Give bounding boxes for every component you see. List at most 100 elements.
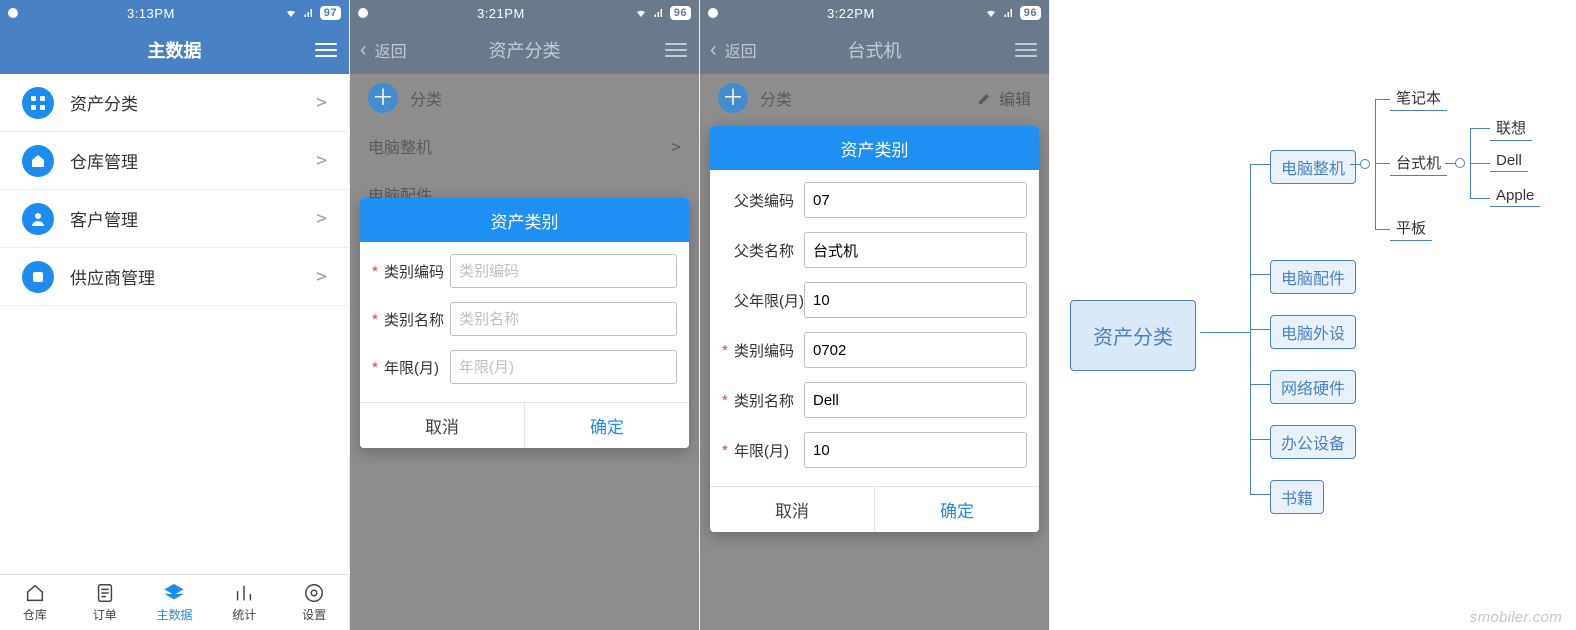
tab-label: 设置 (302, 606, 326, 623)
field-label: 父类名称 (734, 240, 804, 261)
content-area-3: ＋ 分类 编辑 资产类别 父类编码 父类名称 (700, 74, 1049, 630)
parent-code-input[interactable] (804, 182, 1027, 218)
confirm-button[interactable]: 确定 (875, 487, 1039, 532)
wifi-icon (284, 7, 298, 19)
hamburger-menu-button[interactable] (1015, 26, 1037, 74)
phone-screen-2: 3:21PM 96 ‹ 返回 资产分类 ＋ 分类 电脑整机 > 电脑配件 资产类… (350, 0, 700, 630)
parent-name-input[interactable] (804, 232, 1027, 268)
menu-row-customer[interactable]: 客户管理 > (0, 190, 349, 248)
category-code-input[interactable] (450, 254, 677, 288)
grid-icon (22, 87, 54, 119)
wifi-icon (984, 7, 998, 19)
lifespan-input[interactable] (804, 432, 1027, 468)
tab-label: 订单 (93, 606, 117, 623)
tab-stats[interactable]: 统计 (209, 582, 279, 623)
navbar-2: ‹ 返回 资产分类 (350, 26, 699, 74)
field-lifespan: * 年限(月) (372, 350, 677, 384)
chevron-right-icon: > (316, 92, 327, 113)
cancel-button[interactable]: 取消 (710, 487, 875, 532)
field-label: 类别名称 (384, 309, 450, 330)
lifespan-input[interactable] (450, 350, 677, 384)
asset-category-modal: 资产类别 * 类别编码 * 类别名称 * 年限(月) (360, 198, 689, 448)
field-category-name: * 类别名称 (372, 302, 677, 336)
chevron-right-icon: > (316, 208, 327, 229)
content-area-2: ＋ 分类 电脑整机 > 电脑配件 资产类别 * 类别编码 * 类别名称 (350, 74, 699, 630)
diagram-root: 资产分类 (1070, 300, 1196, 371)
navbar-1: 主数据 (0, 26, 349, 74)
back-label: 返回 (375, 38, 407, 62)
field-label: 父年限(月) (734, 290, 804, 311)
field-parent-lifespan: 父年限(月) (722, 282, 1027, 318)
field-category-name: * 类别名称 (722, 382, 1027, 418)
notification-dot-icon (8, 8, 18, 18)
modal-footer: 取消 确定 (710, 486, 1039, 532)
required-star-icon: * (722, 392, 732, 409)
pencil-icon (977, 90, 993, 106)
asset-category-modal-edit: 资产类别 父类编码 父类名称 父年限(月) (710, 126, 1039, 532)
menu-row-warehouse[interactable]: 仓库管理 > (0, 132, 349, 190)
navbar-title-1: 主数据 (148, 37, 202, 63)
field-label: 年限(月) (384, 357, 450, 378)
back-button[interactable]: ‹ 返回 (710, 26, 757, 74)
asset-category-diagram: 资产分类 电脑整机 电脑配件 电脑外设 网络硬件 办公设备 书籍 笔记本 台式机… (1050, 0, 1576, 630)
menu-row-label: 供应商管理 (70, 264, 316, 289)
diagram-branch-books: 书籍 (1270, 480, 1324, 514)
required-star-icon: * (372, 263, 382, 280)
menu-row-label: 仓库管理 (70, 148, 316, 173)
hamburger-menu-button[interactable] (665, 26, 687, 74)
menu-row-asset-category[interactable]: 资产分类 > (0, 74, 349, 132)
signal-icon (302, 7, 316, 19)
parent-lifespan-input[interactable] (804, 282, 1027, 318)
required-star-icon: * (372, 311, 382, 328)
tab-settings[interactable]: 设置 (279, 582, 349, 623)
tab-master-data[interactable]: 主数据 (140, 582, 210, 623)
field-label: 类别名称 (734, 390, 804, 411)
menu-row-supplier[interactable]: 供应商管理 > (0, 248, 349, 306)
navbar-3: ‹ 返回 台式机 (700, 26, 1049, 74)
required-star-icon: * (372, 359, 382, 376)
diagram-branch-periph: 电脑外设 (1270, 315, 1356, 349)
hamburger-icon (665, 43, 687, 57)
battery-badge-1: 97 (320, 6, 341, 20)
status-time-3: 3:22PM (718, 6, 984, 21)
plus-icon: ＋ (718, 83, 748, 113)
field-label: 父类编码 (734, 190, 804, 211)
hamburger-menu-button[interactable] (315, 26, 337, 74)
layers-icon (163, 582, 185, 604)
house-icon (24, 582, 46, 604)
tab-warehouse[interactable]: 仓库 (0, 582, 70, 623)
expand-circle-icon (1360, 159, 1370, 169)
statusbar-3: 3:22PM 96 (700, 0, 1049, 26)
category-name-input[interactable] (450, 302, 677, 336)
diagram-branch-network: 网络硬件 (1270, 370, 1356, 404)
tab-label: 统计 (232, 606, 256, 623)
phone-screen-3: 3:22PM 96 ‹ 返回 台式机 ＋ 分类 编辑 资产类别 (700, 0, 1050, 630)
watermark: smobiler.com (1470, 609, 1562, 626)
field-parent-code: 父类编码 (722, 182, 1027, 218)
cancel-button[interactable]: 取消 (360, 403, 525, 448)
required-star-icon (722, 242, 732, 259)
chevron-left-icon: ‹ (710, 39, 717, 62)
edit-button-dimmed: 编辑 (977, 86, 1031, 110)
expand-circle-icon (1455, 158, 1465, 168)
status-time-2: 3:21PM (368, 6, 634, 21)
statusbar-1: 3:13PM 97 (0, 0, 349, 26)
hamburger-icon (1015, 43, 1037, 57)
barchart-icon (233, 582, 255, 604)
confirm-button[interactable]: 确定 (525, 403, 689, 448)
bg-add-row: ＋ 分类 (350, 74, 699, 122)
diagram-sub-desktop: 台式机 (1390, 150, 1447, 176)
menu-row-label: 客户管理 (70, 206, 316, 231)
category-name-input[interactable] (804, 382, 1027, 418)
back-button[interactable]: ‹ 返回 (360, 26, 407, 74)
tab-order[interactable]: 订单 (70, 582, 140, 623)
document-icon (94, 582, 116, 604)
bg-add-label: 分类 (760, 86, 792, 110)
field-lifespan: * 年限(月) (722, 432, 1027, 468)
tab-label: 主数据 (156, 606, 192, 623)
diagram-sub-laptop: 笔记本 (1390, 85, 1447, 111)
navbar-title-2: 资产分类 (489, 37, 561, 63)
diagram-branch-parts: 电脑配件 (1270, 260, 1356, 294)
category-code-input[interactable] (804, 332, 1027, 368)
diagram-brand-dell: Dell (1490, 150, 1528, 172)
